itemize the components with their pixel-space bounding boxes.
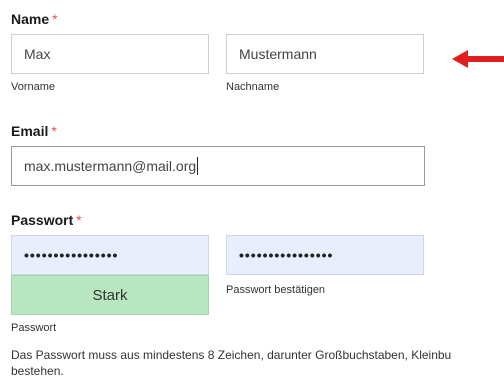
text-caret: [197, 157, 199, 175]
email-input[interactable]: max.mustermann@mail.org: [11, 146, 425, 186]
password-confirm-input[interactable]: ••••••••••••••••: [226, 235, 424, 275]
last-name-caption: Nachname: [226, 81, 280, 93]
name-label: Name *: [11, 11, 58, 27]
required-marker: *: [76, 212, 82, 228]
password-help-line-2: bestehen.: [11, 364, 64, 378]
password-strength-indicator: Stark: [11, 275, 209, 315]
first-name-value: Max: [24, 46, 51, 62]
required-marker: *: [51, 123, 57, 139]
password-help-line-1: Das Passwort muss aus mindestens 8 Zeich…: [11, 348, 452, 362]
strength-text: Stark: [92, 286, 128, 304]
password-input[interactable]: ••••••••••••••••: [11, 235, 209, 275]
password-label: Passwort *: [11, 212, 82, 228]
required-marker: *: [52, 11, 58, 27]
email-value: max.mustermann@mail.org: [24, 158, 197, 174]
email-label-text: Email: [11, 123, 49, 139]
first-name-input[interactable]: Max: [11, 34, 209, 74]
email-label: Email *: [11, 123, 57, 139]
name-label-text: Name: [11, 11, 50, 27]
password-mask: ••••••••••••••••: [24, 247, 119, 263]
password-label-text: Passwort: [11, 212, 74, 228]
password-confirm-caption: Passwort bestätigen: [226, 284, 326, 296]
confirm-mask: ••••••••••••••••: [239, 247, 334, 263]
last-name-value: Mustermann: [239, 46, 317, 62]
first-name-caption: Vorname: [11, 81, 56, 93]
arrow-left-icon: [452, 50, 504, 68]
last-name-input[interactable]: Mustermann: [226, 34, 424, 74]
password-caption: Passwort: [11, 322, 57, 334]
